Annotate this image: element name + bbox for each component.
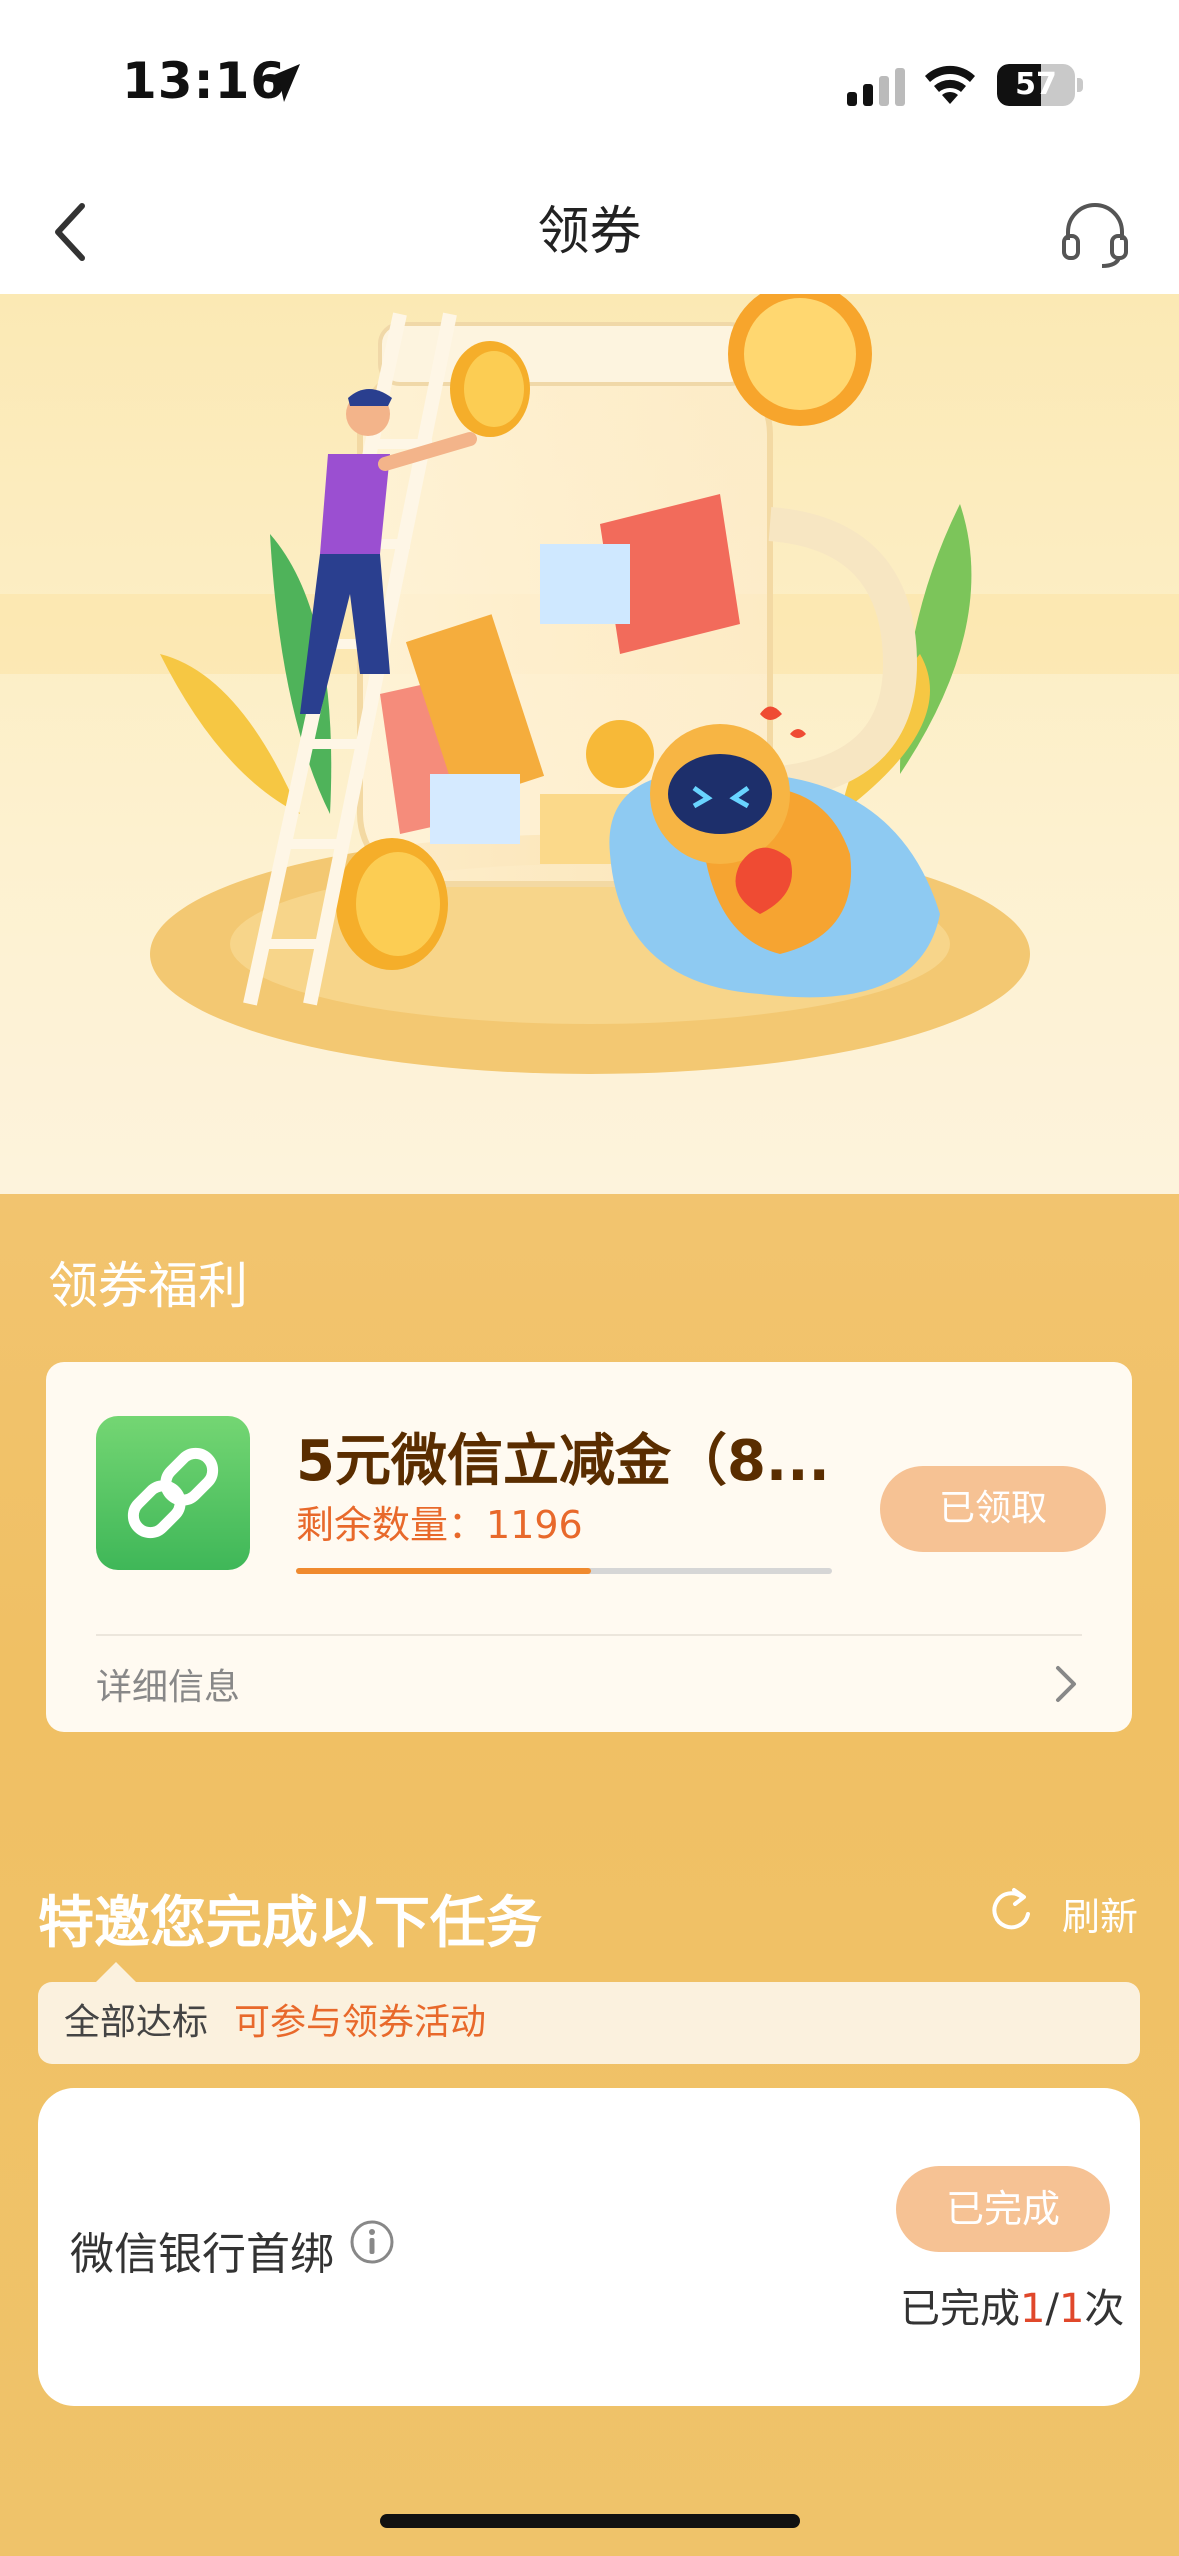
link-icon [96,1416,250,1570]
detail-info-link[interactable]: 详细信息 [96,1658,240,1710]
main-section: 领券福利 5元微信立减金（8... 剩余数量：1196 已领取 详细信息 特邀您… [0,1194,1179,2556]
coupon-section-title: 领券福利 [48,1257,248,1315]
count-total: 1 [1058,2286,1085,2332]
count-suffix: 次 [1084,2286,1125,2332]
count-prefix: 已完成 [900,2286,1020,2332]
battery-indicator: 57 [997,64,1083,106]
refresh-icon[interactable] [986,1884,1038,1936]
coupon-card: 5元微信立减金（8... 剩余数量：1196 已领取 详细信息 [46,1362,1132,1732]
count-separator: / [1045,2286,1059,2332]
coupon-remaining: 剩余数量：1196 [296,1494,583,1549]
task-completed-button[interactable]: 已完成 [896,2166,1110,2252]
task-card: 微信银行首绑 已完成 已完成1/1次 [38,2088,1140,2406]
remaining-label: 剩余数量： [296,1503,487,1547]
progress-fill [296,1568,591,1574]
status-bar: 13:16 57 [0,0,1179,170]
remaining-count: 1196 [486,1503,583,1547]
wifi-icon [925,65,975,104]
notice-highlight: 可参与领券活动 [234,2002,487,2043]
hero-illustration [0,294,1179,1194]
page-title: 领券 [537,202,642,262]
info-icon[interactable] [348,2218,396,2266]
divider [96,1634,1082,1636]
count-done: 1 [1020,2286,1046,2332]
task-name: 微信银行首绑 [70,2229,334,2280]
home-indicator [380,2514,800,2528]
customer-service-icon[interactable] [1058,198,1132,272]
battery-percent: 57 [1015,67,1057,102]
hero-banner [0,294,1179,1194]
task-section-title: 特邀您完成以下任务 [38,1891,542,1956]
refresh-label[interactable]: 刷新 [1062,1886,1138,1941]
task-progress-text: 已完成1/1次 [900,2276,1124,2334]
notice-bar: 全部达标 可参与领券活动 [38,1962,1140,2064]
claimed-button[interactable]: 已领取 [880,1466,1106,1552]
chevron-right-icon[interactable] [1046,1654,1086,1714]
nav-bar: 领券 [0,170,1179,294]
remaining-progress-bar [296,1568,832,1574]
coupon-name: 5元微信立减金（8... [296,1429,830,1494]
notice-text: 全部达标 [64,2002,209,2043]
cellular-signal-icon [847,68,905,106]
location-arrow-icon [262,64,300,102]
back-icon[interactable] [40,192,100,272]
